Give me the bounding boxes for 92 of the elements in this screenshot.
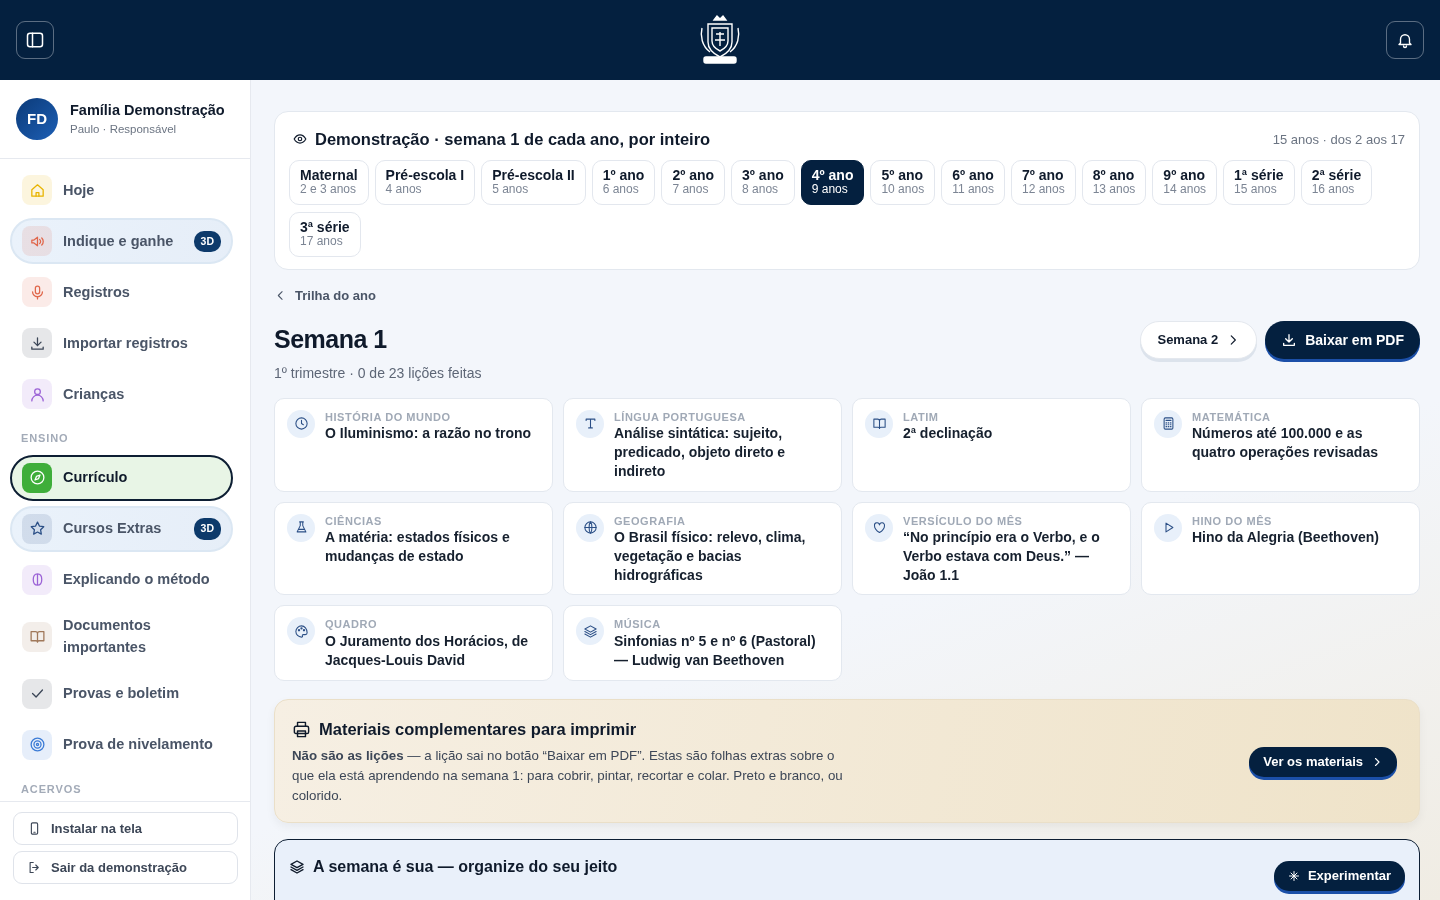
sidebar-item[interactable]: Hoje [10,167,233,214]
avatar: FD [16,98,58,141]
subject-label: GEOGRAFIA [614,513,687,528]
printer-icon [292,720,311,740]
open-book-icon [28,628,46,646]
eye-icon [293,132,307,147]
badge-label: 3D [193,518,221,540]
palette-icon [293,623,309,639]
section-label: ENSINO [20,431,70,447]
badge-label: 3D [193,230,221,253]
sidebar-item[interactable]: Indique e ganhe 3D [10,218,233,265]
globe-icon [582,520,598,535]
next-week-button[interactable]: Semana 2 [1140,321,1258,360]
lesson-title: Sinfonias nº 5 e nº 6 (Pastoral) — Ludwig van Beethoven [614,631,817,670]
sidebar-item[interactable]: Prova de nivelamento [10,721,233,768]
view-materials-button[interactable]: Ver os materiais [1249,746,1397,777]
profile-role: Paulo · Responsável [70,122,178,138]
sidebar-toggle-button[interactable] [16,21,54,59]
lesson-title: Números até 100.000 e as quatro operações revisadas [1192,423,1379,462]
lesson-title: “No princípio era o Verbo, e o Verbo estava com Deus.” — João 1.1 [903,527,1101,585]
lesson-title: 2ª declinação [903,423,993,443]
grade-chip[interactable]: Pré-escola II 5 anos [481,159,586,205]
back-link[interactable]: Trilha do ano [274,285,376,306]
grade-chip[interactable]: 5º ano 10 anos [870,159,936,205]
subject-label: QUADRO [325,617,379,632]
lesson-title: Hino da Alegria (Beethoven) [1192,527,1379,547]
subject-label: LATIM [903,409,940,424]
section-label: ACERVOS [20,781,83,797]
download-pdf-button[interactable]: Baixar em PDF [1265,321,1420,360]
profile-name: Família Demonstração [70,100,225,120]
subject-label: MÚSICA [614,617,662,632]
download-icon [28,334,46,352]
house-icon [28,181,46,199]
subject-label: HISTÓRIA DO MUNDO [325,409,452,424]
sidebar-item[interactable]: Explicando o método [10,556,233,603]
subject-label: VERSÍCULO DO MÊS [903,513,1024,528]
grade-chip[interactable]: Pré-escola I 4 anos [374,159,476,205]
sidebar-item[interactable]: Registros [10,269,233,316]
organize-title: A semana é sua — organize do seu jeito [313,857,618,878]
grade-chip[interactable]: 3º ano 8 anos [731,159,795,205]
sidebar-footer-button[interactable]: Instalar na tela [13,812,238,845]
subject-label: MATEMÁTICA [1192,409,1272,424]
person-icon [28,385,46,403]
letter-t-icon [582,416,598,432]
lesson-title: Análise sintática: sujeito, predicado, objeto direto e indireto [614,423,787,481]
grade-chip[interactable]: 9º ano 14 anos [1152,159,1218,205]
layers-icon [582,623,598,639]
materials-title: Materiais complementares para imprimir [319,719,637,741]
demo-title: Demonstração · semana 1 de cada ano, por inteiro [315,129,711,150]
lesson-title: A matéria: estados físicos e mudanças de estado [325,527,511,566]
calculator-icon [1160,416,1176,432]
sidebar-footer-button[interactable]: Sair da demonstração [13,851,238,884]
week-subtitle: 1º trimestre · 0 de 23 lições feitas [274,363,482,383]
lesson-title: O Brasil físico: relevo, clima, vegetação e bacias hidrográficas [614,527,807,585]
grade-chip[interactable]: 4º ano 9 anos [800,159,865,205]
sidebar-item[interactable]: Cursos Extras 3D [10,505,233,552]
sidebar-item[interactable]: Crianças [10,371,233,418]
grade-chip[interactable]: 1º ano 6 anos [591,159,656,205]
demo-meta: 15 anos · dos 2 aos 17 [1272,130,1405,149]
subject-label: HINO DO MÊS [1192,513,1273,528]
layers-icon [289,859,305,876]
heart-icon [871,520,887,535]
target-icon [28,736,46,754]
try-button[interactable]: Experimentar [1273,861,1405,892]
logout-icon [27,860,42,875]
download-icon [1281,332,1298,349]
grade-chip[interactable]: 6º ano 11 anos [941,159,1005,205]
sidebar-item[interactable]: Importar registros [10,320,233,367]
materials-description: Não são as lições — a lição sai no botão “Baixar em PDF”. Estas são folhas extras sobre o que ela está aprendendo na semana 1: para cobrir, pintar, recortar e colar. Preto e branco, ou colorido. [292,747,844,806]
notification-button[interactable] [1386,21,1424,59]
grade-chip[interactable]: 1ª série 15 anos [1223,159,1295,205]
lesson-title: O Juramento dos Horácios, de Jacques-Louis David [325,631,530,670]
subject-label: CIÊNCIAS [325,513,383,528]
clock-icon [293,416,309,432]
sidebar-item[interactable]: Provas e boletim [10,670,233,717]
subject-label: LÍNGUA PORTUGUESA [614,409,747,424]
grade-chip[interactable]: 2º ano 7 anos [661,159,726,205]
compass-icon [28,469,46,487]
sidebar-item[interactable]: Documentos importantes [10,607,233,666]
sidebar-item[interactable]: Currículo [10,454,233,501]
lesson-title: O Iluminismo: a razão no trono [325,423,532,443]
grade-chip[interactable]: 7º ano 12 anos [1010,159,1076,205]
week-title: Semana 1 [274,324,388,356]
bell-icon [1396,31,1414,49]
open-book-icon [871,416,887,432]
sidebar-toggle-icon [25,30,45,50]
grade-chip[interactable]: 3ª série 17 anos [289,211,361,257]
grade-chip[interactable]: 2ª série 16 anos [1300,159,1373,205]
grade-chip[interactable]: Maternal 2 e 3 anos [289,159,369,205]
sparkle-icon [1287,870,1300,883]
star-icon [28,520,46,538]
grade-chip[interactable]: 8º ano 13 anos [1081,159,1147,205]
